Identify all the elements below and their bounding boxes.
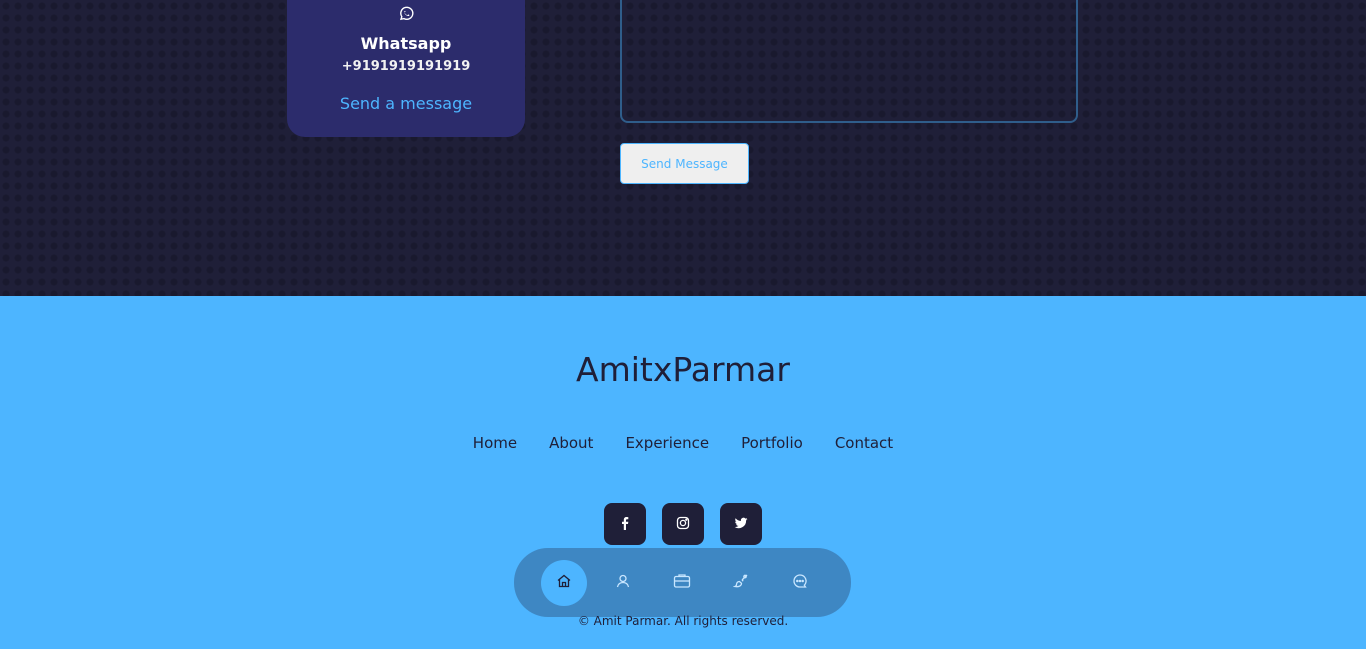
facebook-link[interactable] bbox=[604, 503, 646, 545]
message-textarea[interactable] bbox=[620, 0, 1078, 123]
send-message-button[interactable]: Send Message bbox=[620, 143, 749, 184]
card-title: Whatsapp bbox=[360, 34, 452, 53]
card-phone: +9191919191919 bbox=[341, 59, 471, 74]
twitter-icon bbox=[734, 515, 748, 534]
footer-link-about[interactable]: About bbox=[549, 434, 593, 452]
home-icon bbox=[556, 573, 572, 593]
user-icon bbox=[615, 573, 631, 593]
footer-logo[interactable]: AmitxParmar bbox=[0, 350, 1366, 389]
brush-icon bbox=[732, 573, 749, 593]
footer-link-portfolio[interactable]: Portfolio bbox=[741, 434, 803, 452]
nav-contact[interactable] bbox=[777, 560, 823, 606]
nav-portfolio[interactable] bbox=[718, 560, 764, 606]
contact-section: Whatsapp +9191919191919 Send a message S… bbox=[0, 0, 1366, 296]
whatsapp-icon bbox=[398, 6, 414, 22]
send-a-message-link[interactable]: Send a message bbox=[287, 94, 525, 113]
nav-home[interactable] bbox=[541, 559, 587, 606]
floating-nav bbox=[514, 548, 851, 617]
footer-link-experience[interactable]: Experience bbox=[625, 434, 709, 452]
instagram-icon bbox=[676, 515, 690, 534]
social-links bbox=[604, 503, 762, 545]
briefcase-icon bbox=[673, 573, 691, 593]
nav-about[interactable] bbox=[600, 560, 646, 606]
whatsapp-contact-card: Whatsapp +9191919191919 Send a message bbox=[287, 0, 525, 137]
footer-nav: Home About Experience Portfolio Contact bbox=[0, 434, 1366, 452]
twitter-link[interactable] bbox=[720, 503, 762, 545]
footer-link-contact[interactable]: Contact bbox=[835, 434, 893, 452]
nav-experience[interactable] bbox=[659, 560, 705, 606]
footer-link-home[interactable]: Home bbox=[473, 434, 517, 452]
facebook-icon bbox=[618, 515, 632, 534]
chat-icon bbox=[792, 573, 808, 593]
instagram-link[interactable] bbox=[662, 503, 704, 545]
